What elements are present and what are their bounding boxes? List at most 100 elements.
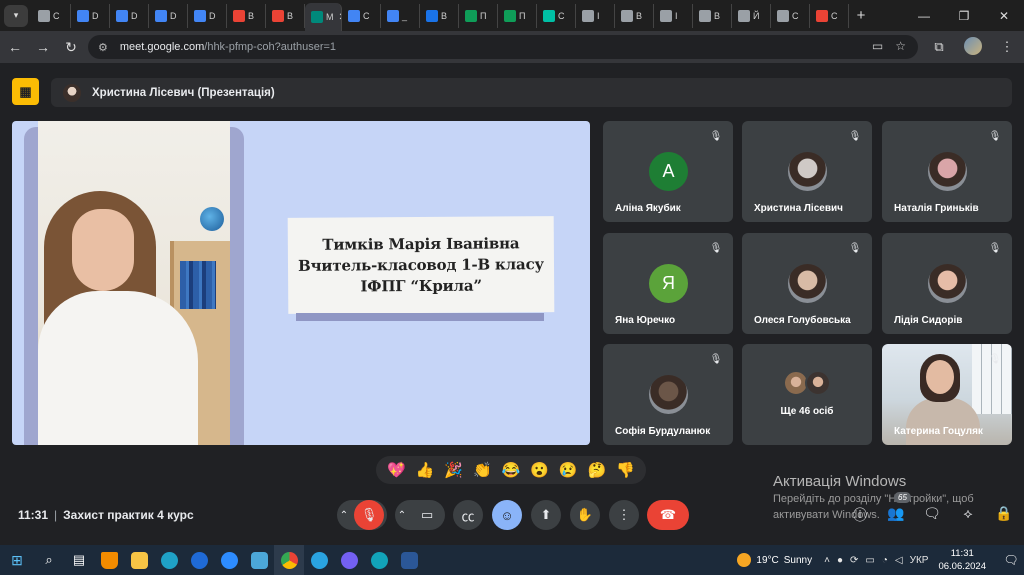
browser-tab[interactable]: C — [810, 3, 849, 28]
notifications-icon[interactable]: 🗨 — [998, 553, 1024, 567]
captions-button[interactable]: ㏄ — [453, 500, 483, 530]
more-participants-tile[interactable]: Ще 46 осіб — [742, 344, 872, 445]
vlc-icon[interactable] — [94, 545, 124, 575]
reaction-emoji-button[interactable]: 😂 — [502, 463, 521, 478]
mic-off-button[interactable]: 🎙 — [354, 500, 385, 530]
weather-widget[interactable]: 19°C Sunny — [737, 553, 812, 567]
reaction-emoji-button[interactable]: 🤔 — [588, 463, 607, 478]
browser-tab[interactable]: M✕ — [305, 3, 342, 31]
participant-tile[interactable]: Я 🎙 Яна Юречко — [603, 233, 733, 334]
browser-tab[interactable]: I — [576, 3, 615, 28]
tab-title: П — [519, 10, 526, 21]
participant-name: Катерина Гоцуляк — [894, 426, 983, 437]
reaction-emoji-button[interactable]: 👏 — [473, 463, 492, 478]
forward-icon[interactable]: → — [30, 34, 56, 60]
browser-tab[interactable]: B — [266, 3, 305, 28]
people-icon[interactable]: 👥 65 — [886, 492, 911, 525]
info-icon[interactable]: ⓘ — [850, 505, 870, 525]
browser-tab[interactable]: C — [537, 3, 576, 28]
browser-tab[interactable]: D — [110, 3, 149, 28]
reaction-emoji-button[interactable]: 👍 — [416, 463, 435, 478]
restore-icon[interactable]: ❐ — [944, 0, 984, 31]
telegram-icon[interactable] — [304, 545, 334, 575]
browser-tab[interactable]: D — [188, 3, 227, 28]
browser-tab[interactable]: C — [342, 3, 381, 28]
browser-tab[interactable]: П — [459, 3, 498, 28]
mic-options-chevron-icon[interactable]: ⌃ — [340, 510, 348, 521]
emoji-reactions-button[interactable]: ☺ — [492, 500, 522, 530]
edge-icon[interactable] — [154, 545, 184, 575]
extensions-icon[interactable]: ⧉ — [922, 39, 956, 55]
browser-tab[interactable]: Й — [732, 3, 771, 28]
wifi-icon[interactable]: ◔ — [882, 555, 888, 566]
browser-tab[interactable]: B — [227, 3, 266, 28]
presenter-avatar — [63, 83, 81, 102]
participant-tile[interactable]: 🎙 Наталія Гриньків — [882, 121, 1012, 222]
profile-avatar[interactable] — [956, 36, 990, 58]
webex-meetings-icon[interactable] — [364, 545, 394, 575]
browser-tab[interactable]: B — [420, 3, 459, 28]
browser-tab[interactable]: C — [771, 3, 810, 28]
leave-call-button[interactable]: ☎ — [647, 500, 689, 530]
back-icon[interactable]: ← — [2, 34, 28, 60]
chat-icon[interactable]: 🗨 — [922, 505, 942, 525]
browser-tab[interactable]: D — [149, 3, 188, 28]
chrome-icon[interactable] — [274, 545, 304, 575]
reaction-emoji-button[interactable]: 🎉 — [444, 463, 463, 478]
language-indicator[interactable]: УКР — [910, 555, 929, 566]
reaction-emoji-button[interactable]: 😢 — [559, 463, 578, 478]
browser-tab[interactable]: C — [32, 3, 71, 28]
participant-tile[interactable]: 🎙 Лідія Сидорів — [882, 233, 1012, 334]
presentation-icon[interactable]: ▦ — [12, 78, 39, 105]
chevron-up-icon[interactable]: ˄ — [824, 555, 830, 566]
reaction-emoji-button[interactable]: 💖 — [387, 463, 406, 478]
browser-tab[interactable]: П — [498, 3, 537, 28]
viber-icon[interactable] — [334, 545, 364, 575]
task-view-icon[interactable]: ▤ — [64, 545, 94, 575]
activities-icon[interactable]: ⟡ — [958, 505, 978, 525]
app-tray-icon[interactable]: ● — [837, 555, 843, 566]
browser-tab[interactable]: I — [654, 3, 693, 28]
webex-icon[interactable] — [184, 545, 214, 575]
tab-favicon-icon — [311, 11, 323, 23]
participant-avatar — [805, 370, 831, 396]
present-screen-button[interactable]: ⬆ — [531, 500, 561, 530]
camera-button[interactable]: ▭ — [412, 500, 442, 530]
mic-muted-icon: 🎙 — [848, 131, 862, 142]
site-info-icon[interactable]: ⚙ — [98, 41, 108, 54]
browser-menu-icon[interactable]: ⋮ — [990, 39, 1024, 55]
participant-tile[interactable]: А 🎙 Аліна Якубик — [603, 121, 733, 222]
zoom-icon[interactable] — [214, 545, 244, 575]
browser-tab[interactable]: D — [71, 3, 110, 28]
minimize-icon[interactable]: — — [904, 0, 944, 31]
reload-icon[interactable]: ↻ — [58, 34, 84, 60]
windows-start-icon[interactable]: ⊞ — [0, 552, 34, 569]
participant-tile[interactable]: 🎙 Христина Лісевич — [742, 121, 872, 222]
close-icon[interactable]: ✕ — [984, 0, 1024, 31]
camera-options-chevron-icon[interactable]: ⌃ — [398, 510, 406, 521]
system-clock[interactable]: 11:31 06.06.2024 — [938, 547, 986, 573]
address-bar[interactable]: ⚙ meet.google.com/hhk-pfmp-coh?authuser=… — [88, 35, 918, 59]
browser-tab[interactable]: _ — [381, 3, 420, 28]
more-options-button[interactable]: ⋮ — [609, 500, 639, 530]
browser-tab[interactable]: B — [615, 3, 654, 28]
volume-icon[interactable]: ◁ — [895, 555, 903, 566]
sync-icon[interactable]: ⟳ — [850, 555, 858, 566]
participant-tile[interactable]: 🎙 Олеся Голубовська — [742, 233, 872, 334]
new-tab-button[interactable]: + — [849, 7, 873, 24]
participant-tile[interactable]: 🎙 Софія Бурдуланюк — [603, 344, 733, 445]
camera-permission-icon[interactable]: ▭ — [872, 39, 883, 53]
tab-search-button[interactable]: ▾ — [4, 4, 28, 27]
host-controls-icon[interactable]: 🔒 — [994, 505, 1014, 525]
file-explorer-icon[interactable] — [124, 545, 154, 575]
reaction-emoji-button[interactable]: 👎 — [616, 463, 635, 478]
browser-tab[interactable]: B — [693, 3, 732, 28]
raise-hand-button[interactable]: ✋ — [570, 500, 600, 530]
bookmark-star-icon[interactable]: ☆ — [895, 39, 906, 53]
word-icon[interactable] — [394, 545, 424, 575]
reaction-emoji-button[interactable]: 😮 — [530, 463, 549, 478]
search-icon[interactable]: ⌕ — [34, 545, 64, 575]
snipping-tool-icon[interactable] — [244, 545, 274, 575]
participant-tile[interactable]: 🎙 Катерина Гоцуляк — [882, 344, 1012, 445]
battery-icon[interactable]: ▭ — [865, 555, 874, 566]
